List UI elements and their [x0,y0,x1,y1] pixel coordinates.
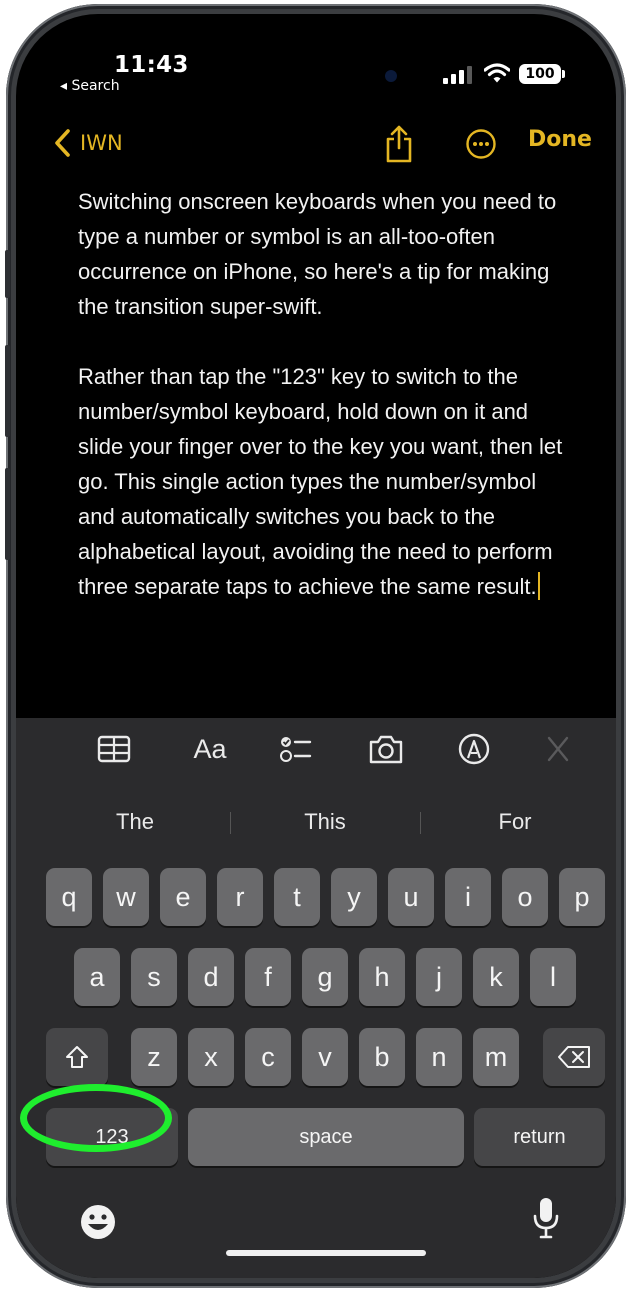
key-h[interactable]: h [359,948,405,1006]
key-n[interactable]: n [416,1028,462,1086]
done-button[interactable]: Done [528,127,592,152]
key-u[interactable]: u [388,868,434,926]
key-g[interactable]: g [302,948,348,1006]
predictive-text-bar: The This For [16,800,616,844]
key-t[interactable]: t [274,868,320,926]
checklist-icon[interactable] [278,732,314,766]
share-icon[interactable] [384,124,414,164]
highlight-ring-annotation [20,1084,172,1152]
key-m[interactable]: m [473,1028,519,1086]
action-button [5,250,10,298]
key-i[interactable]: i [445,868,491,926]
suggestion-item[interactable]: For [425,800,605,844]
key-f[interactable]: f [245,948,291,1006]
home-indicator[interactable] [226,1250,426,1256]
key-x[interactable]: x [188,1028,234,1086]
table-icon[interactable] [96,732,132,766]
return-key[interactable]: return [474,1108,605,1166]
key-q[interactable]: q [46,868,92,926]
text-format-icon[interactable]: Aa [188,732,232,766]
key-w[interactable]: w [103,868,149,926]
chevron-left-icon [55,129,70,157]
note-paragraph: Rather than tap the "123" key to switch … [78,364,563,599]
key-y[interactable]: y [331,868,377,926]
shift-key[interactable] [46,1028,108,1086]
status-time: 11:43 [114,52,189,78]
emoji-icon[interactable] [78,1202,118,1242]
back-label: IWN [80,131,123,155]
battery-indicator: 100 [519,64,565,84]
back-to-search-link[interactable]: ◂ Search [60,78,120,94]
note-paragraph: Switching onscreen keyboards when you ne… [78,189,557,319]
key-d[interactable]: d [188,948,234,1006]
text-cursor [537,572,540,600]
volume-down-button [5,468,10,560]
key-o[interactable]: o [502,868,548,926]
backspace-icon [558,1046,590,1068]
keyboard: Aa The This For q w e r t y u i o p a s … [16,718,616,1278]
key-l[interactable]: l [530,948,576,1006]
microphone-icon[interactable] [532,1196,560,1240]
keyboard-toolbar: Aa [16,718,616,780]
key-r[interactable]: r [217,868,263,926]
key-z[interactable]: z [131,1028,177,1086]
front-camera [385,70,397,82]
key-e[interactable]: e [160,868,206,926]
key-v[interactable]: v [302,1028,348,1086]
suggestion-divider [230,812,231,834]
note-text-area[interactable]: Switching onscreen keyboards when you ne… [78,184,576,604]
volume-up-button [5,345,10,437]
wifi-icon [484,63,510,83]
markup-pen-icon[interactable] [456,732,492,766]
camera-icon[interactable] [368,732,404,766]
key-j[interactable]: j [416,948,462,1006]
space-key[interactable]: space [188,1108,464,1166]
key-k[interactable]: k [473,948,519,1006]
back-button[interactable]: IWN [52,126,123,160]
key-c[interactable]: c [245,1028,291,1086]
delete-key[interactable] [543,1028,605,1086]
cellular-signal-icon [443,66,473,84]
key-p[interactable]: p [559,868,605,926]
key-b[interactable]: b [359,1028,405,1086]
more-options-icon[interactable] [465,128,497,160]
close-icon[interactable] [540,732,576,766]
suggestion-item[interactable]: The [45,800,225,844]
key-a[interactable]: a [74,948,120,1006]
shift-arrow-icon [66,1046,88,1068]
suggestion-divider [420,812,421,834]
suggestion-item[interactable]: This [235,800,415,844]
key-s[interactable]: s [131,948,177,1006]
